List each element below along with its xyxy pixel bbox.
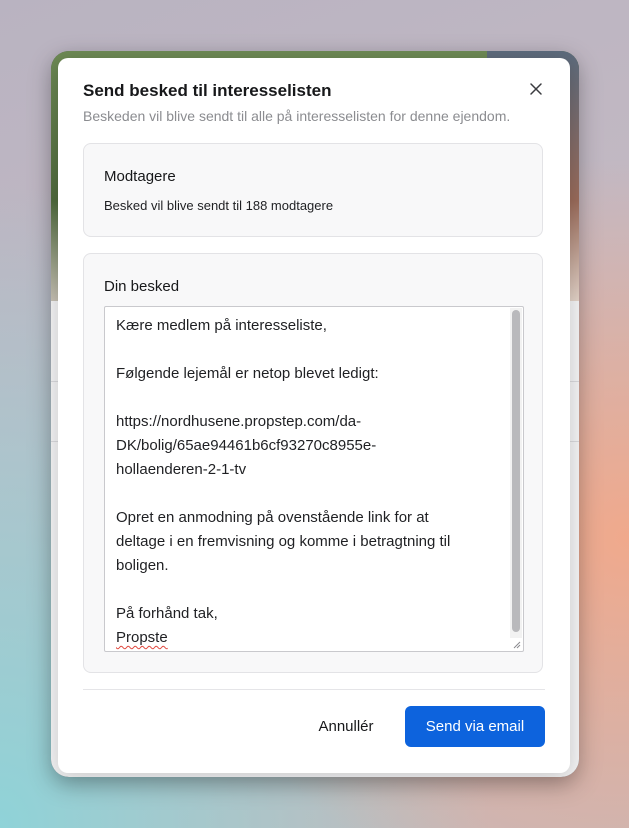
message-line-misspelled: Propste (116, 629, 168, 646)
message-line: Kære medlem på interesseliste, (116, 317, 327, 334)
message-line: boligen. (116, 557, 169, 574)
message-line: DK/bolig/65ae94461b6cf93270c8955e- (116, 437, 377, 454)
recipients-heading: Modtagere (104, 168, 176, 185)
message-line: hollaenderen-2-1-tv (116, 461, 247, 478)
message-line: deltage i en fremvisning og komme i betr… (116, 533, 451, 550)
message-heading: Din besked (104, 278, 180, 295)
cancel-button[interactable]: Annullér (304, 706, 388, 746)
textarea-scrollbar[interactable] (510, 308, 522, 638)
message-line: På forhånd tak, (116, 605, 218, 622)
dialog-title: Send besked til interesselisten (83, 81, 332, 100)
message-line: Følgende lejemål er netop blevet ledigt: (116, 365, 379, 382)
recipients-card: Modtagere Besked vil blive sendt til 188… (83, 143, 543, 237)
message-card: Din besked Kære medlem på interesseliste… (83, 253, 543, 673)
message-line: https://nordhusene.propstep.com/da- (116, 413, 362, 430)
close-icon (530, 83, 542, 95)
close-button[interactable] (526, 79, 546, 99)
send-message-dialog: Send besked til interesselisten Beskeden… (58, 58, 570, 773)
message-line: Opret en anmodning på ovenstående link f… (116, 509, 429, 526)
resize-grip-icon[interactable] (511, 639, 521, 649)
footer-divider (83, 689, 545, 690)
message-textarea[interactable]: Kære medlem på interesseliste, Følgende … (104, 306, 524, 652)
recipients-count-text: Besked vil blive sendt til 188 modtagere (104, 198, 334, 213)
message-text: Kære medlem på interesseliste, Følgende … (116, 314, 496, 650)
send-via-email-button[interactable]: Send via email (405, 706, 545, 747)
scrollbar-thumb[interactable] (512, 310, 520, 632)
dialog-subtitle: Beskeden vil blive sendt til alle på int… (83, 108, 511, 124)
